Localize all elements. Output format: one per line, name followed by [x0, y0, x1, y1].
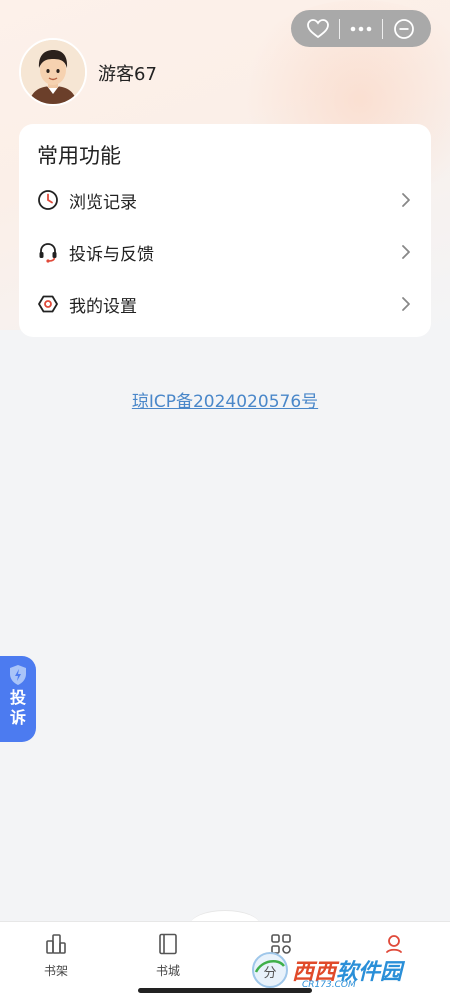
more-dots-icon: [350, 26, 372, 31]
tab-label: 书城: [155, 964, 180, 978]
home-indicator: [138, 988, 312, 993]
watermark-logo-char: 分: [263, 966, 276, 981]
avatar[interactable]: [19, 38, 87, 106]
common-functions-card: 常用功能 浏览记录 投诉与反馈 我的设置: [19, 124, 431, 337]
bookshelf-icon: [46, 934, 66, 954]
minus-circle-icon: [394, 18, 415, 39]
username: 游客67: [98, 64, 157, 85]
menu-item-label: 浏览记录: [69, 192, 137, 213]
menu-item-settings[interactable]: 我的设置: [19, 278, 431, 330]
headset-icon: [37, 241, 59, 263]
capsule-divider: [382, 18, 384, 39]
complaint-label: 投诉: [9, 688, 26, 727]
heart-icon: [306, 18, 329, 38]
tab-label: 书架: [43, 964, 68, 978]
capsule-divider: [338, 18, 340, 39]
complaint-floating-button[interactable]: 投诉: [0, 656, 36, 742]
chevron-right-icon: [402, 193, 410, 207]
clock-icon: [37, 189, 59, 211]
chevron-right-icon: [402, 245, 410, 259]
menu-item-label: 投诉与反馈: [69, 244, 154, 265]
close-miniprogram-button[interactable]: [384, 10, 424, 47]
miniprogram-capsule: [291, 10, 431, 47]
more-button[interactable]: [341, 10, 381, 47]
tab-bookshelf[interactable]: 书架: [0, 922, 112, 992]
shield-icon: [10, 665, 26, 685]
card-title: 常用功能: [37, 144, 121, 168]
settings-icon: [37, 293, 59, 315]
menu-item-history[interactable]: 浏览记录: [19, 174, 431, 226]
chevron-right-icon: [402, 297, 410, 311]
tab-bookstore[interactable]: 书城: [112, 922, 224, 992]
icp-record-link[interactable]: 琼ICP备2024020576号: [0, 387, 450, 412]
avatar-image: [21, 40, 85, 104]
menu-item-label: 我的设置: [69, 296, 137, 317]
favorite-button[interactable]: [298, 10, 338, 47]
book-icon: [159, 933, 177, 955]
menu-item-feedback[interactable]: 投诉与反馈: [19, 226, 431, 278]
watermark-logo-icon: 分: [252, 952, 288, 988]
